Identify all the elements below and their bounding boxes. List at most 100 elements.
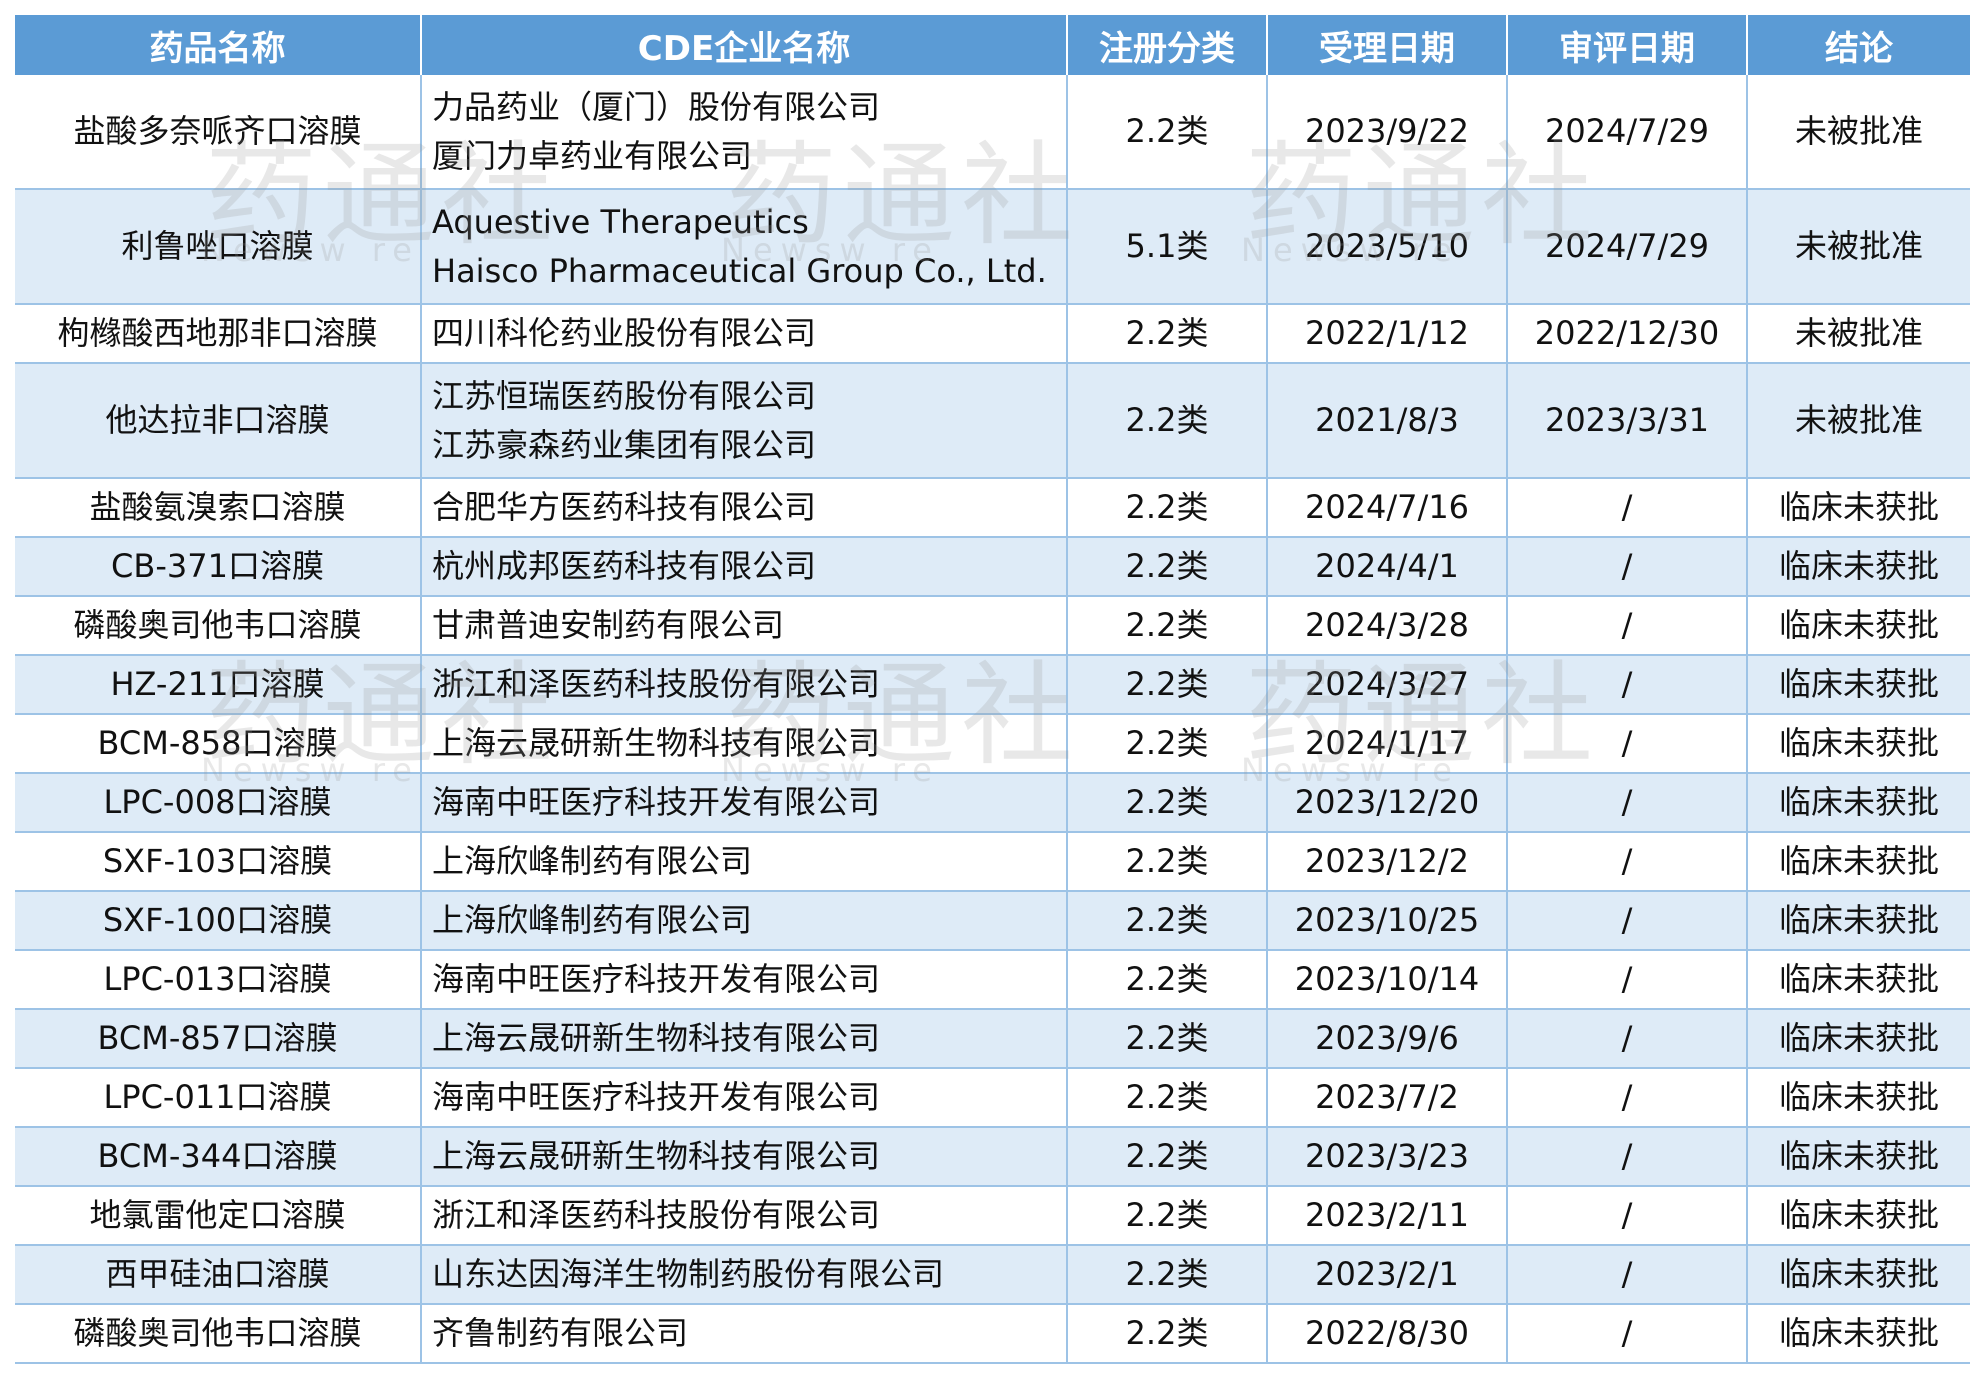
category-cell: 2.2类 <box>1067 714 1268 774</box>
accepted-date-cell: 2023/12/2 <box>1267 832 1508 892</box>
review-date-cell: / <box>1507 478 1748 538</box>
table-row: BCM-857口溶膜 上海云晟研新生物科技有限公司 2.2类 2023/9/6/临床未… <box>15 1009 1970 1069</box>
header-company[interactable]: CDE企业名称 <box>421 15 1068 75</box>
review-date-cell: / <box>1507 596 1748 656</box>
review-date-cell: / <box>1507 1245 1748 1305</box>
table-row: 他达拉非口溶膜 江苏恒瑞医药股份有限公司 江苏豪森药业集团有限公司 2.2类 2021/… <box>15 363 1970 479</box>
conclusion-cell: 未被批准 <box>1747 363 1970 479</box>
company-cell: 力品药业（厦门）股份有限公司 厦门力卓药业有限公司 <box>421 75 1068 190</box>
category-cell: 5.1类 <box>1067 189 1268 305</box>
header-category[interactable]: 注册分类 <box>1067 15 1268 75</box>
drug-name-cell: 地氯雷他定口溶膜 <box>15 1186 422 1246</box>
company-cell: 甘肃普迪安制药有限公司 <box>421 596 1068 656</box>
drug-name-cell: LPC-011口溶膜 <box>15 1068 422 1128</box>
conclusion-cell: 临床未获批 <box>1747 655 1970 715</box>
header-conclusion[interactable]: 结论 <box>1747 15 1970 75</box>
accepted-date-cell: 2023/10/14 <box>1267 950 1508 1010</box>
category-cell: 2.2类 <box>1067 304 1268 364</box>
conclusion-cell: 临床未获批 <box>1747 1009 1970 1069</box>
company-cell: 合肥华方医药科技有限公司 <box>421 478 1068 538</box>
accepted-date-cell: 2023/5/10 <box>1267 189 1508 305</box>
accepted-date-cell: 2022/1/12 <box>1267 304 1508 364</box>
drug-name-cell: SXF-100口溶膜 <box>15 891 422 951</box>
company-name: 上海云晟研新生物科技有限公司 <box>432 1019 881 1057</box>
accepted-date-cell: 2021/8/3 <box>1267 363 1508 479</box>
company-cell: 上海欣峰制药有限公司 <box>421 832 1068 892</box>
conclusion-cell: 临床未获批 <box>1747 596 1970 656</box>
review-date-cell: / <box>1507 714 1748 774</box>
company-name: 厦门力卓药业有限公司 <box>432 136 753 175</box>
accepted-date-cell: 2023/2/11 <box>1267 1186 1508 1246</box>
table-row: 地氯雷他定口溶膜 浙江和泽医药科技股份有限公司 2.2类 2023/2/11/临床未获… <box>15 1186 1970 1246</box>
review-date-cell: / <box>1507 1009 1748 1069</box>
category-cell: 2.2类 <box>1067 1245 1268 1305</box>
review-date-cell: 2023/3/31 <box>1507 363 1748 479</box>
company-name: 海南中旺医疗科技开发有限公司 <box>432 1078 881 1116</box>
review-date-cell: / <box>1507 950 1748 1010</box>
review-date-cell: / <box>1507 537 1748 597</box>
table-row: 西甲硅油口溶膜 山东达因海洋生物制药股份有限公司 2.2类 2023/2/1/临床未获… <box>15 1245 1970 1305</box>
conclusion-cell: 临床未获批 <box>1747 1304 1970 1364</box>
company-name: 江苏豪森药业集团有限公司 <box>432 425 817 464</box>
table-row: SXF-100口溶膜 上海欣峰制药有限公司 2.2类 2023/10/25/临床未获批 <box>15 891 1970 951</box>
company-name: 齐鲁制药有限公司 <box>432 1314 689 1352</box>
header-drug-name[interactable]: 药品名称 <box>15 15 422 75</box>
company-name: 海南中旺医疗科技开发有限公司 <box>432 783 881 821</box>
conclusion-cell: 临床未获批 <box>1747 537 1970 597</box>
conclusion-cell: 临床未获批 <box>1747 891 1970 951</box>
company-name: Aquestive Therapeutics <box>432 202 809 241</box>
category-cell: 2.2类 <box>1067 891 1268 951</box>
drug-name-cell: 枸橼酸西地那非口溶膜 <box>15 304 422 364</box>
drug-name-cell: LPC-013口溶膜 <box>15 950 422 1010</box>
drug-name-cell: 盐酸氨溴索口溶膜 <box>15 478 422 538</box>
table-row: 盐酸氨溴索口溶膜 合肥华方医药科技有限公司 2.2类 2024/7/16/临床未获批 <box>15 478 1970 538</box>
category-cell: 2.2类 <box>1067 832 1268 892</box>
category-cell: 2.2类 <box>1067 537 1268 597</box>
drug-name-cell: 他达拉非口溶膜 <box>15 363 422 479</box>
category-cell: 2.2类 <box>1067 363 1268 479</box>
conclusion-cell: 未被批准 <box>1747 75 1970 190</box>
company-cell: 杭州成邦医药科技有限公司 <box>421 537 1068 597</box>
table-row: LPC-008口溶膜 海南中旺医疗科技开发有限公司 2.2类 2023/12/20/临… <box>15 773 1970 833</box>
accepted-date-cell: 2024/3/28 <box>1267 596 1508 656</box>
drug-name-cell: 盐酸多奈哌齐口溶膜 <box>15 75 422 190</box>
category-cell: 2.2类 <box>1067 1127 1268 1187</box>
table-row: 盐酸多奈哌齐口溶膜 力品药业（厦门）股份有限公司 厦门力卓药业有限公司 2.2类 202… <box>15 75 1970 190</box>
conclusion-cell: 临床未获批 <box>1747 1127 1970 1187</box>
company-name: 上海云晟研新生物科技有限公司 <box>432 1137 881 1175</box>
company-name: Haisco Pharmaceutical Group Co., Ltd. <box>432 251 1047 290</box>
table-row: LPC-011口溶膜 海南中旺医疗科技开发有限公司 2.2类 2023/7/2/临床未… <box>15 1068 1970 1128</box>
company-name: 合肥华方医药科技有限公司 <box>432 488 817 526</box>
review-date-cell: / <box>1507 891 1748 951</box>
conclusion-cell: 临床未获批 <box>1747 832 1970 892</box>
accepted-date-cell: 2023/2/1 <box>1267 1245 1508 1305</box>
drug-name-cell: HZ-211口溶膜 <box>15 655 422 715</box>
company-name: 山东达因海洋生物制药股份有限公司 <box>432 1255 945 1293</box>
header-review-date[interactable]: 审评日期 <box>1507 15 1748 75</box>
drug-registration-table: 药品名称 CDE企业名称 注册分类 受理日期 审评日期 结论 盐酸多奈哌齐口溶膜… <box>15 15 1970 1364</box>
category-cell: 2.2类 <box>1067 1186 1268 1246</box>
company-cell: 山东达因海洋生物制药股份有限公司 <box>421 1245 1068 1305</box>
accepted-date-cell: 2023/7/2 <box>1267 1068 1508 1128</box>
conclusion-cell: 临床未获批 <box>1747 773 1970 833</box>
conclusion-cell: 临床未获批 <box>1747 1068 1970 1128</box>
drug-name-cell: 磷酸奥司他韦口溶膜 <box>15 1304 422 1364</box>
drug-name-cell: BCM-858口溶膜 <box>15 714 422 774</box>
table-row: HZ-211口溶膜 浙江和泽医药科技股份有限公司 2.2类 2024/3/27/临床未… <box>15 655 1970 715</box>
company-cell: 齐鲁制药有限公司 <box>421 1304 1068 1364</box>
accepted-date-cell: 2022/8/30 <box>1267 1304 1508 1364</box>
table-row: 磷酸奥司他韦口溶膜 甘肃普迪安制药有限公司 2.2类 2024/3/28/临床未获批 <box>15 596 1970 656</box>
table-container: 药品名称 CDE企业名称 注册分类 受理日期 审评日期 结论 盐酸多奈哌齐口溶膜… <box>15 15 1970 1364</box>
drug-name-cell: CB-371口溶膜 <box>15 537 422 597</box>
company-name: 上海云晟研新生物科技有限公司 <box>432 724 881 762</box>
category-cell: 2.2类 <box>1067 596 1268 656</box>
table-row: BCM-858口溶膜 上海云晟研新生物科技有限公司 2.2类 2024/1/17/临床… <box>15 714 1970 774</box>
table-row: CB-371口溶膜 杭州成邦医药科技有限公司 2.2类 2024/4/1/临床未获批 <box>15 537 1970 597</box>
company-cell: 浙江和泽医药科技股份有限公司 <box>421 655 1068 715</box>
accepted-date-cell: 2024/7/16 <box>1267 478 1508 538</box>
review-date-cell: / <box>1507 832 1748 892</box>
company-name: 上海欣峰制药有限公司 <box>432 842 753 880</box>
accepted-date-cell: 2023/9/6 <box>1267 1009 1508 1069</box>
drug-name-cell: 西甲硅油口溶膜 <box>15 1245 422 1305</box>
header-accepted-date[interactable]: 受理日期 <box>1267 15 1508 75</box>
